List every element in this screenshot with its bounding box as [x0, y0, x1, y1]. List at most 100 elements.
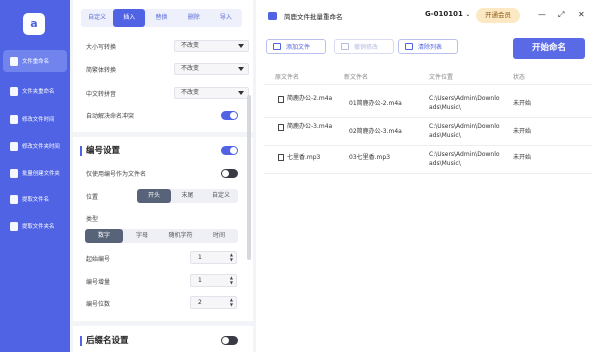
simp-trad-value: 不改变 [181, 65, 200, 72]
add-file-button[interactable]: 添加文件 [266, 39, 326, 54]
extract-file-icon [10, 194, 18, 204]
type-number-option[interactable]: 数字 [85, 229, 123, 243]
col-status[interactable]: 状态 [513, 72, 525, 81]
vip-button[interactable]: 开通会员 [476, 8, 520, 23]
row-new-name: 02简鹿办公-3.m4a [349, 128, 402, 135]
folder-icon [10, 86, 18, 96]
extract-folder-icon [10, 221, 18, 231]
auto-resolve-label: 自动解决命名冲突 [86, 112, 135, 120]
numbering-section-title: 编号设置 [80, 146, 120, 156]
row-new-name: 01简鹿办公-2.m4a [349, 100, 402, 107]
spinner-arrows-icon[interactable]: ▲ ▼ [230, 297, 233, 307]
simp-trad-label: 简繁体转换 [86, 66, 117, 74]
only-number-toggle[interactable] [221, 169, 238, 178]
sidebar-item-folder-rename[interactable]: 文件夹重命名 [3, 80, 67, 102]
section-divider [73, 321, 253, 326]
panel-scrollbar[interactable] [247, 95, 251, 260]
minimize-icon[interactable]: — [538, 10, 546, 19]
digits-value: 2 [198, 299, 202, 306]
sidebar-item-extract-filename[interactable]: 提取文件名 [3, 188, 67, 210]
sidebar-item-extract-foldername[interactable]: 提取文件夹名 [3, 215, 67, 237]
simp-trad-row: 简繁体转换 不改变 [86, 62, 249, 76]
sidebar-item-file-rename[interactable]: 文件重命名 [3, 50, 67, 72]
clear-list-label: 清除列表 [418, 44, 443, 51]
spinner-arrows-icon[interactable]: ▲ ▼ [230, 275, 233, 285]
file-icon [10, 56, 18, 66]
start-number-stepper[interactable]: 1 ▲ ▼ [190, 251, 237, 264]
tab-custom[interactable]: 自定义 [81, 9, 113, 27]
col-new-name[interactable]: 新文件名 [344, 72, 368, 81]
undo-icon [341, 43, 349, 50]
position-custom-option[interactable]: 自定义 [204, 189, 238, 203]
sidebar-item-label: 文件重命名 [22, 59, 49, 65]
trash-icon [405, 43, 413, 50]
pinyin-row: 中文转拼音 不改变 [86, 86, 249, 100]
type-segmented: 数字 字母 随机字符 时间 [85, 229, 238, 243]
window-title: 简鹿文件批量重命名 [284, 13, 343, 21]
restore-icon[interactable]: ⤢ [558, 10, 564, 20]
file-icon [278, 96, 284, 103]
pinyin-select[interactable]: 不改变 [174, 87, 249, 99]
position-end-option[interactable]: 末尾 [171, 189, 204, 203]
row-status: 未开始 [513, 100, 532, 107]
chevron-down-icon: ⌄ [465, 11, 471, 18]
auto-resolve-toggle[interactable] [221, 111, 238, 120]
type-row: 类型 [86, 211, 246, 225]
file-icon [278, 154, 284, 161]
row-location: C:\Users\Admin\Downloads\Music\ [429, 95, 500, 111]
row-divider [264, 145, 592, 146]
clear-list-button[interactable]: 清除列表 [398, 39, 458, 54]
position-segmented: 开头 末尾 自定义 [137, 189, 238, 203]
start-rename-button[interactable]: 开始命名 [513, 38, 585, 59]
type-letter-option[interactable]: 字母 [123, 229, 161, 243]
sidebar-item-label: 修改文件时间 [22, 117, 55, 123]
chevron-down-icon [238, 44, 244, 48]
sidebar-item-label: 批量创建文件夹 [22, 171, 60, 177]
type-random-option[interactable]: 随机字符 [161, 229, 200, 243]
account-dropdown[interactable]: G-010101 ⌄ [425, 10, 470, 18]
simp-trad-select[interactable]: 不改变 [174, 63, 249, 75]
row-divider [264, 173, 592, 174]
case-convert-select[interactable]: 不改变 [174, 40, 249, 52]
clock-folder-icon [10, 141, 18, 151]
row-divider [264, 117, 592, 118]
sidebar-item-file-time[interactable]: 修改文件时间 [3, 108, 67, 130]
sidebar-item-batch-create[interactable]: 批量创建文件夹 [3, 162, 67, 184]
col-location[interactable]: 文件位置 [429, 72, 453, 81]
suffix-toggle[interactable] [221, 336, 238, 345]
position-start-option[interactable]: 开头 [137, 189, 171, 203]
settings-panel: 自定义 插入 替换 删除 导入 大小写转换 不改变 简繁体转换 不改变 中文转拼… [73, 0, 253, 352]
position-label: 位置 [86, 193, 99, 201]
add-file-icon [273, 43, 281, 50]
tab-import[interactable]: 导入 [210, 9, 242, 27]
pinyin-label: 中文转拼音 [86, 90, 117, 98]
tab-insert[interactable]: 插入 [113, 9, 146, 27]
row-location: C:\Users\Admin\Downloads\Music\ [429, 123, 500, 139]
row-original-name: 七里香.mp3 [287, 154, 321, 161]
step-value: 1 [198, 277, 202, 284]
numbering-toggle[interactable] [221, 146, 238, 155]
app-logo-icon: a [23, 13, 45, 35]
case-convert-row: 大小写转换 不改变 [86, 39, 249, 53]
row-original-name: 简鹿办公-2.m4a [287, 95, 333, 102]
sidebar: a 文件重命名 文件夹重命名 修改文件时间 修改文件夹时间 批量创建文件夹 提取… [0, 0, 70, 352]
header-divider [264, 84, 592, 85]
tab-delete[interactable]: 删除 [178, 9, 210, 27]
close-icon[interactable]: ✕ [578, 10, 585, 19]
digits-stepper[interactable]: 2 ▲ ▼ [190, 296, 237, 309]
undo-modify-button[interactable]: 撤销修改 [334, 39, 394, 54]
col-original-name[interactable]: 原文件名 [275, 72, 299, 81]
add-file-label: 添加文件 [286, 44, 311, 51]
sidebar-item-folder-time[interactable]: 修改文件夹时间 [3, 135, 67, 157]
pinyin-value: 不改变 [181, 89, 200, 96]
type-time-option[interactable]: 时间 [200, 229, 238, 243]
undo-modify-label: 撤销修改 [354, 44, 379, 51]
start-number-label: 起始编号 [86, 255, 111, 263]
app-icon [268, 12, 277, 20]
row-location: C:\Users\Admin\Downloads\Music\ [429, 151, 500, 167]
step-stepper[interactable]: 1 ▲ ▼ [190, 274, 237, 287]
spinner-arrows-icon[interactable]: ▲ ▼ [230, 252, 233, 262]
tab-replace[interactable]: 替换 [145, 9, 177, 27]
row-new-name: 03七里香.mp3 [349, 154, 391, 161]
chevron-down-icon [238, 91, 244, 95]
